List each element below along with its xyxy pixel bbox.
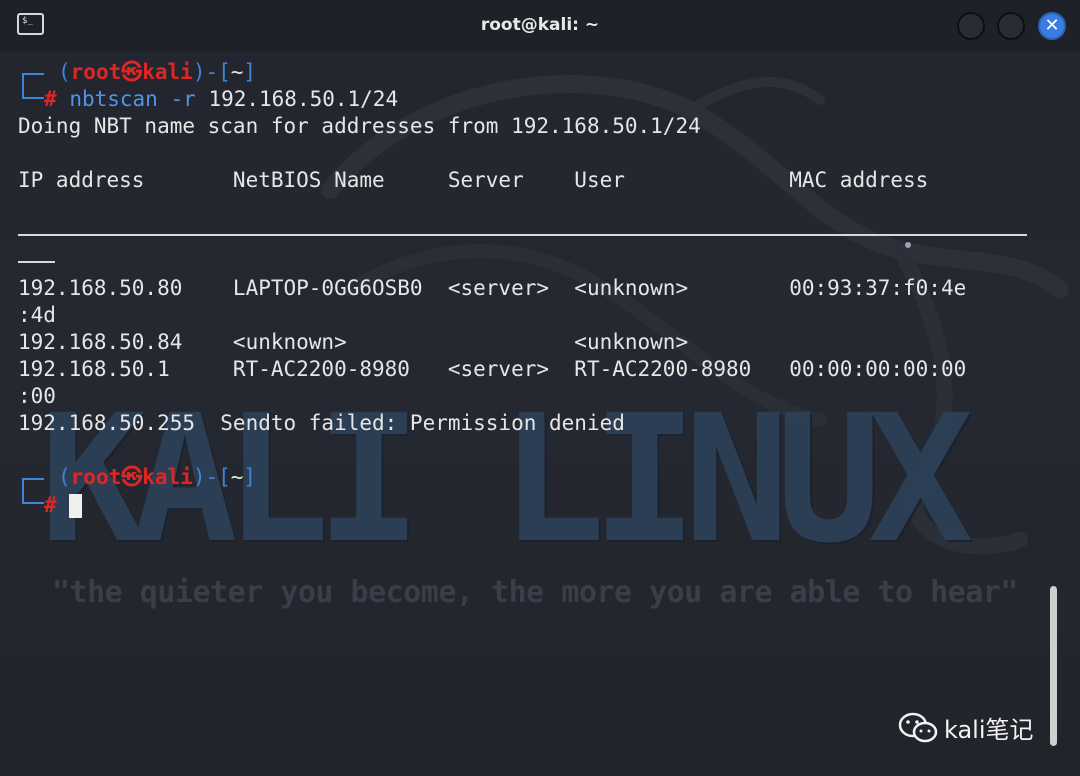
prompt-line: (root㉿kali)-[~] bbox=[58, 59, 256, 86]
prompt-at: ㉿ bbox=[121, 60, 143, 84]
prompt-user: root bbox=[70, 465, 122, 489]
prompt-dir-close: ] bbox=[243, 60, 257, 84]
prompt-line: (root㉿kali)-[~] bbox=[58, 464, 256, 491]
separator-line-wrap bbox=[18, 261, 55, 263]
prompt-open: ( bbox=[58, 60, 71, 84]
table-row: 192.168.50.84 <unknown> <unknown> bbox=[18, 330, 689, 354]
prompt-close: )-[ bbox=[192, 60, 231, 84]
scrollbar[interactable] bbox=[1050, 586, 1057, 746]
scan-status-line: Doing NBT name scan for addresses from 1… bbox=[18, 114, 701, 138]
table-header: IP address NetBIOS Name Server User MAC … bbox=[18, 168, 929, 192]
title-bar: $_ root@kali: ~ ✕ bbox=[0, 0, 1080, 52]
prompt-at: ㉿ bbox=[121, 465, 143, 489]
prompt-bracket bbox=[22, 73, 44, 99]
prompt-dir-close: ] bbox=[243, 465, 257, 489]
background-quote: "the quieter you become, the more you ar… bbox=[52, 575, 1018, 610]
maximize-button[interactable] bbox=[997, 12, 1025, 40]
prompt-bracket bbox=[22, 478, 44, 504]
prompt-close: )-[ bbox=[192, 465, 231, 489]
prompt-host: kali bbox=[142, 60, 193, 84]
table-row: 192.168.50.1 RT-AC2200-8980 <server> RT-… bbox=[18, 357, 967, 381]
prompt-hash: # bbox=[44, 493, 57, 517]
input-line[interactable]: # bbox=[44, 492, 83, 519]
command-name: nbtscan bbox=[69, 87, 158, 111]
terminal-window: KALI LINUX "the quieter you become, the … bbox=[0, 0, 1080, 776]
prompt-hash: # bbox=[44, 87, 57, 111]
table-row-wrap: :00 bbox=[18, 384, 56, 408]
close-button[interactable]: ✕ bbox=[1038, 12, 1066, 40]
minimize-button[interactable] bbox=[957, 12, 985, 40]
command-line: # nbtscan -r 192.168.50.1/24 bbox=[44, 86, 398, 113]
prompt-dir: ~ bbox=[230, 60, 244, 84]
command-flag: -r bbox=[170, 87, 196, 111]
text-cursor bbox=[69, 494, 83, 518]
command-arg: 192.168.50.1/24 bbox=[208, 87, 399, 111]
table-row: 192.168.50.80 LAPTOP-0GG6OSB0 <server> <… bbox=[18, 276, 967, 300]
watermark: kali笔记 bbox=[898, 710, 1034, 745]
prompt-open: ( bbox=[58, 465, 71, 489]
prompt-user: root bbox=[70, 60, 122, 84]
prompt-host: kali bbox=[142, 465, 193, 489]
table-row-wrap: :4d bbox=[18, 303, 56, 327]
watermark-text: kali笔记 bbox=[944, 716, 1034, 744]
window-title: root@kali: ~ bbox=[480, 15, 600, 35]
error-line: 192.168.50.255 Sendto failed: Permission… bbox=[18, 411, 625, 435]
wechat-icon bbox=[898, 712, 938, 742]
separator-line bbox=[18, 234, 1027, 236]
prompt-dir: ~ bbox=[230, 465, 244, 489]
